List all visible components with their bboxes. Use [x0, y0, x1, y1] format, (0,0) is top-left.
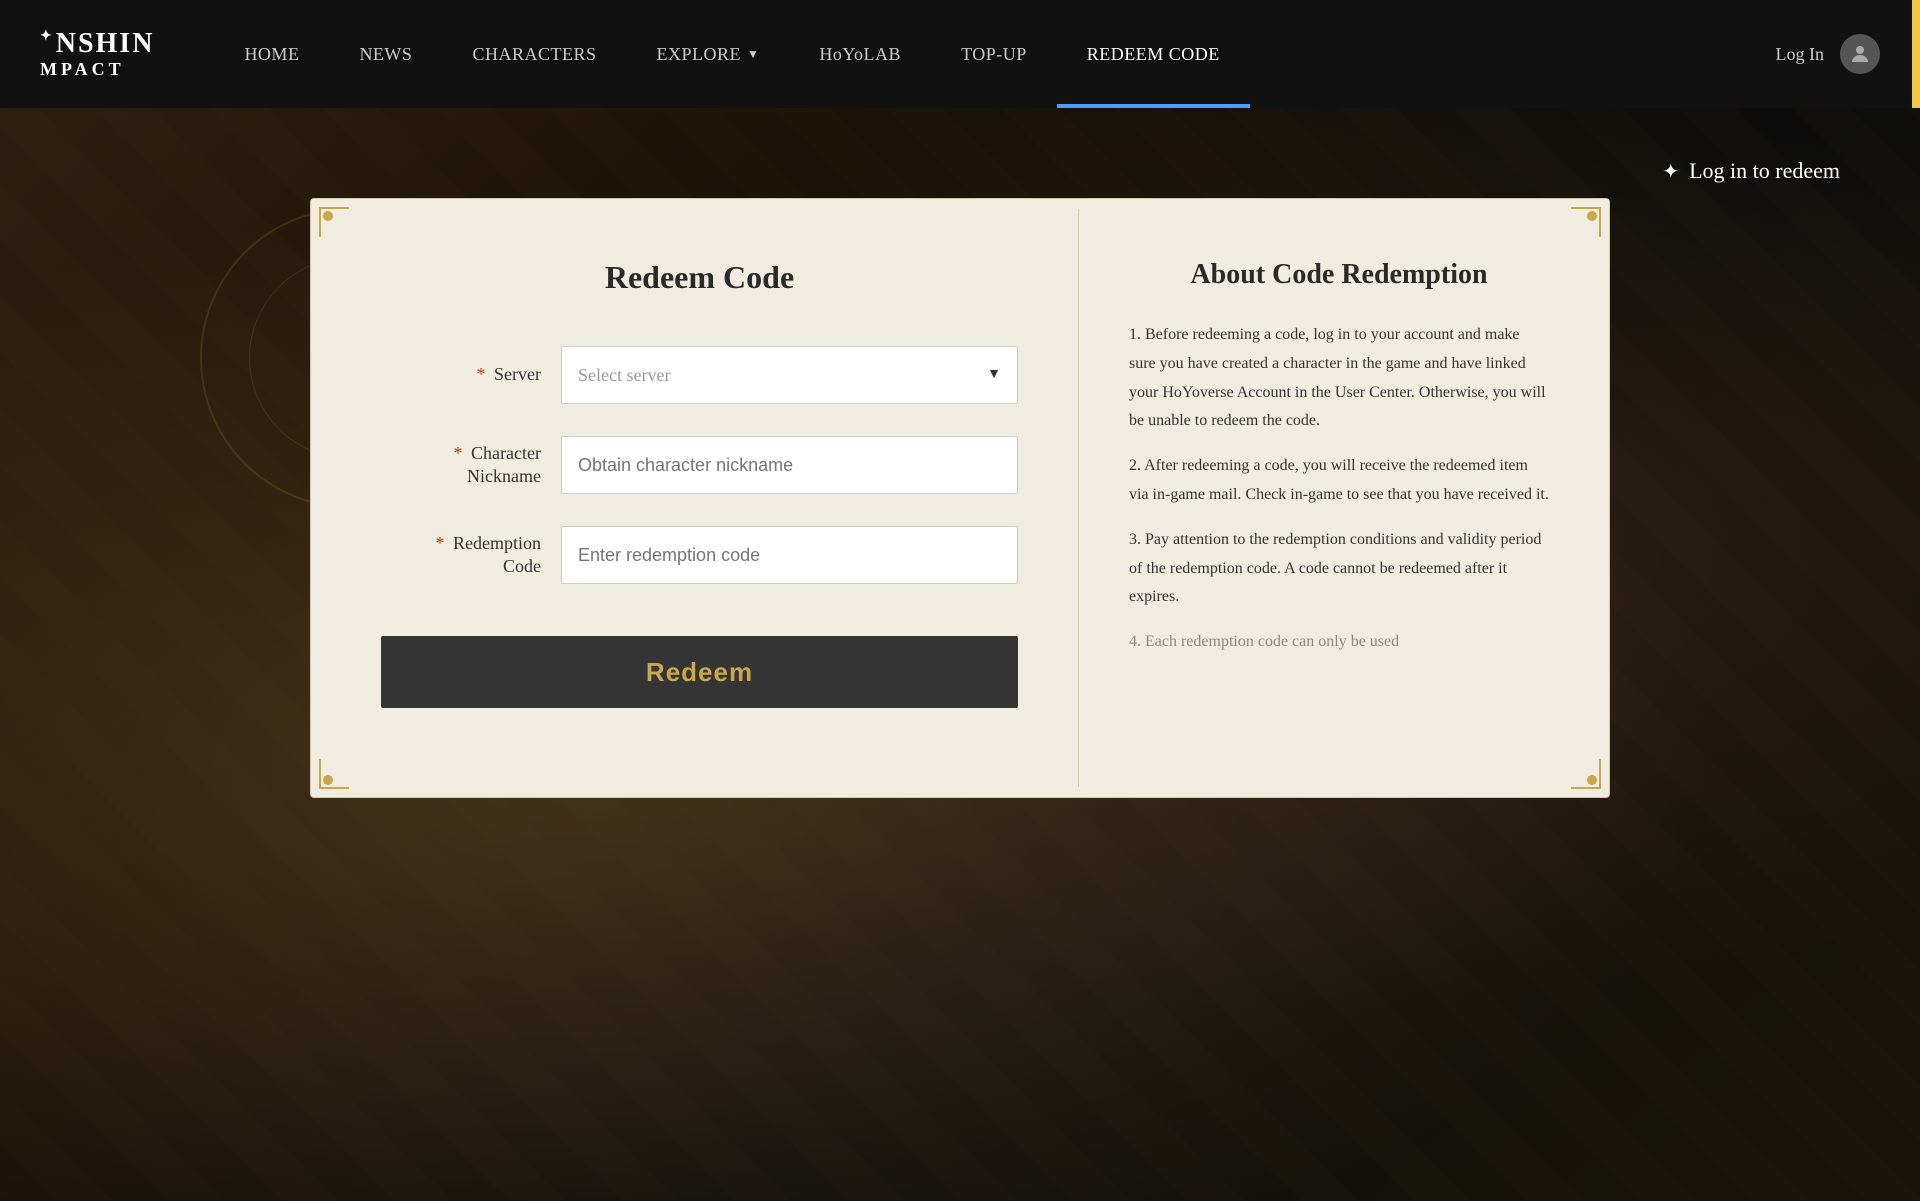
nav-links: HOME NEWS CHARACTERS EXPLORE ▼ HoYoLAB T… — [214, 0, 1775, 108]
redeem-title: Redeem Code — [381, 259, 1018, 296]
redemption-code-row: * RedemptionCode — [381, 526, 1018, 584]
server-select[interactable]: Select server ▼ — [561, 346, 1018, 404]
logo[interactable]: ✦NSHIN MPACT — [40, 29, 154, 80]
server-row: * Server Select server ▼ — [381, 346, 1018, 404]
corner-dot-bl — [323, 775, 333, 785]
nav-right: Log In — [1776, 34, 1881, 74]
corner-bl — [319, 759, 349, 789]
server-required-star: * — [477, 364, 486, 384]
corner-dot-br — [1587, 775, 1597, 785]
logo-star: ✦ — [40, 29, 54, 44]
server-label: * Server — [381, 363, 541, 386]
redeem-card: Redeem Code * Server Select server ▼ * C… — [310, 198, 1610, 798]
explore-chevron-icon: ▼ — [747, 47, 759, 62]
right-panel: About Code Redemption 1. Before redeemin… — [1079, 209, 1599, 787]
nav-item-redeem-code[interactable]: REDEEM CODE — [1057, 0, 1250, 108]
redemption-code-input[interactable] — [561, 526, 1018, 584]
info-point-4: 4. Each redemption code can only be used — [1129, 628, 1549, 657]
nav-accent-bar — [1912, 0, 1920, 108]
navigation: ✦NSHIN MPACT HOME NEWS CHARACTERS EXPLOR… — [0, 0, 1920, 108]
about-title: About Code Redemption — [1129, 259, 1549, 291]
left-panel: Redeem Code * Server Select server ▼ * C… — [321, 209, 1079, 787]
character-nickname-input[interactable] — [561, 436, 1018, 494]
nav-item-top-up[interactable]: TOP-UP — [931, 0, 1057, 108]
login-to-redeem-button[interactable]: ✦ Log in to redeem — [1662, 158, 1840, 184]
corner-br — [1571, 759, 1601, 789]
nav-item-characters[interactable]: CHARACTERS — [442, 0, 626, 108]
info-point-2: 2. After redeeming a code, you will rece… — [1129, 452, 1549, 510]
corner-tr — [1571, 207, 1601, 237]
character-required-star: * — [454, 443, 463, 463]
hero-background: ✦ Log in to redeem Redeem Code * Server … — [0, 108, 1920, 1201]
character-nickname-label: * CharacterNickname — [381, 442, 541, 489]
info-point-3: 3. Pay attention to the redemption condi… — [1129, 526, 1549, 612]
user-avatar[interactable] — [1840, 34, 1880, 74]
nav-item-hoyolab[interactable]: HoYoLAB — [789, 0, 931, 108]
nav-item-home[interactable]: HOME — [214, 0, 329, 108]
redemption-required-star: * — [436, 533, 445, 553]
redeem-button[interactable]: Redeem — [381, 636, 1018, 708]
info-text: 1. Before redeeming a code, log in to yo… — [1129, 321, 1549, 657]
corner-dot-tl — [323, 211, 333, 221]
nav-item-news[interactable]: NEWS — [329, 0, 442, 108]
server-dropdown-icon: ▼ — [987, 367, 1001, 383]
info-point-1: 1. Before redeeming a code, log in to yo… — [1129, 321, 1549, 436]
character-nickname-row: * CharacterNickname — [381, 436, 1018, 494]
redemption-code-label: * RedemptionCode — [381, 532, 541, 579]
nav-item-explore[interactable]: EXPLORE ▼ — [626, 0, 789, 108]
login-star-icon: ✦ — [1662, 159, 1679, 184]
corner-dot-tr — [1587, 211, 1597, 221]
login-link[interactable]: Log In — [1776, 44, 1825, 65]
